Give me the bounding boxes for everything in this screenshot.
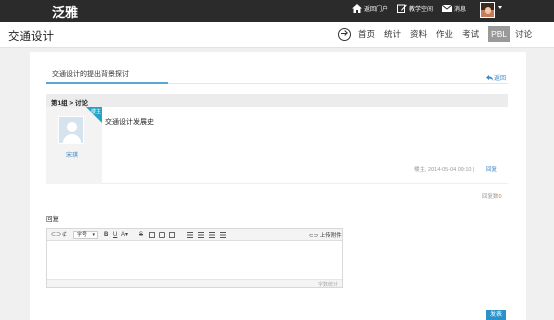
- align-right-icon[interactable]: [209, 232, 215, 238]
- post-author-column: 宋琪: [46, 107, 102, 184]
- underline-icon[interactable]: U: [113, 231, 117, 239]
- author-name[interactable]: 宋琪: [66, 150, 78, 159]
- portal-link-label: 返回门户: [364, 7, 389, 13]
- teaching-space-link[interactable]: 教学空间: [397, 4, 433, 13]
- chevron-down-icon[interactable]: [498, 6, 502, 9]
- reply-label: 回复: [46, 216, 59, 223]
- course-nav: 首页 统计 资料 作业 考试 PBL 讨论: [338, 26, 541, 42]
- messages-link-label: 消息: [454, 7, 467, 13]
- link-icon[interactable]: ⊂⊃: [51, 231, 61, 239]
- bold-icon[interactable]: B: [104, 231, 108, 239]
- image-icon[interactable]: [169, 232, 175, 238]
- post-header: 第1组 > 讨论: [46, 94, 508, 107]
- top-bar: 泛雅 返回门户 教学空间 消息: [0, 0, 554, 22]
- table-icon[interactable]: [149, 232, 155, 238]
- back-link-label: 返回: [494, 76, 507, 82]
- word-count-bar: 字数统计: [47, 279, 342, 288]
- reply-count-label: 回复数: [482, 194, 499, 200]
- back-link[interactable]: 返回: [486, 73, 506, 82]
- post-meta: 楼主, 2014-05-04 09:10 |: [414, 167, 475, 173]
- course-header: 交通设计 首页 统计 资料 作业 考试 PBL 讨论: [0, 22, 554, 48]
- tab-exam[interactable]: 考试: [462, 26, 479, 42]
- top-links: 返回门户 教学空间 消息: [352, 4, 466, 13]
- upload-attachment-button[interactable]: ⊂⊃ 上传附件: [309, 231, 342, 239]
- tab-discussion[interactable]: 讨论: [515, 26, 532, 42]
- emoticon-icon[interactable]: [159, 232, 165, 238]
- font-color-icon[interactable]: A▾: [121, 231, 128, 239]
- user-avatar[interactable]: [480, 2, 495, 18]
- align-left-icon[interactable]: [187, 232, 193, 238]
- back-arrow-icon: [486, 74, 493, 81]
- course-title: 交通设计: [8, 31, 54, 43]
- word-count-label: 字数统计: [317, 282, 338, 288]
- post-content: 交通设计发展史: [105, 119, 154, 126]
- tab-pbl[interactable]: PBL: [488, 26, 511, 42]
- topic-title: 交通设计的提出背景探讨: [52, 71, 129, 78]
- font-size-select-label: 字号: [77, 232, 88, 238]
- reply-count: 回复数0: [482, 192, 502, 200]
- strikethrough-icon[interactable]: S: [139, 231, 143, 239]
- reply-count-value: 0: [498, 194, 502, 200]
- messages-link[interactable]: 消息: [442, 4, 466, 13]
- reply-editor: ⊂⊃ ⊄ 字号 B U A▾ S ⊂⊃ 上传附件 字数统计: [46, 228, 343, 288]
- home-icon: [352, 4, 362, 13]
- editor-toolbar: ⊂⊃ ⊄ 字号 B U A▾ S ⊂⊃ 上传附件: [47, 229, 342, 241]
- tab-statistics[interactable]: 统计: [384, 26, 401, 42]
- topic-title-underline: [46, 82, 168, 84]
- app-logo[interactable]: 泛雅: [52, 2, 78, 21]
- edit-icon: [397, 4, 407, 13]
- tab-materials[interactable]: 资料: [410, 26, 427, 42]
- align-center-icon[interactable]: [198, 232, 204, 238]
- font-size-select[interactable]: 字号: [73, 231, 98, 239]
- teaching-space-link-label: 教学空间: [409, 7, 434, 13]
- portal-link[interactable]: 返回门户: [352, 4, 388, 13]
- author-avatar[interactable]: [58, 116, 84, 144]
- submit-button[interactable]: 发表: [486, 310, 506, 320]
- arrow-right-circle-icon[interactable]: [338, 27, 351, 41]
- unlink-icon[interactable]: ⊄: [62, 231, 67, 239]
- group-breadcrumb: 第1组 > 讨论: [51, 100, 89, 107]
- reply-textarea[interactable]: [47, 241, 342, 279]
- post-reply-link[interactable]: 回复: [486, 165, 497, 173]
- tab-home[interactable]: 首页: [358, 26, 375, 42]
- upload-attachment-label: 上传附件: [319, 233, 342, 239]
- content-panel: 交通设计的提出背景探讨 返回 第1组 > 讨论 宋琪 楼主 交通设计发展史 楼主…: [30, 52, 526, 320]
- tab-homework[interactable]: 作业: [436, 26, 453, 42]
- mail-icon: [442, 4, 453, 12]
- justify-icon[interactable]: [220, 232, 226, 238]
